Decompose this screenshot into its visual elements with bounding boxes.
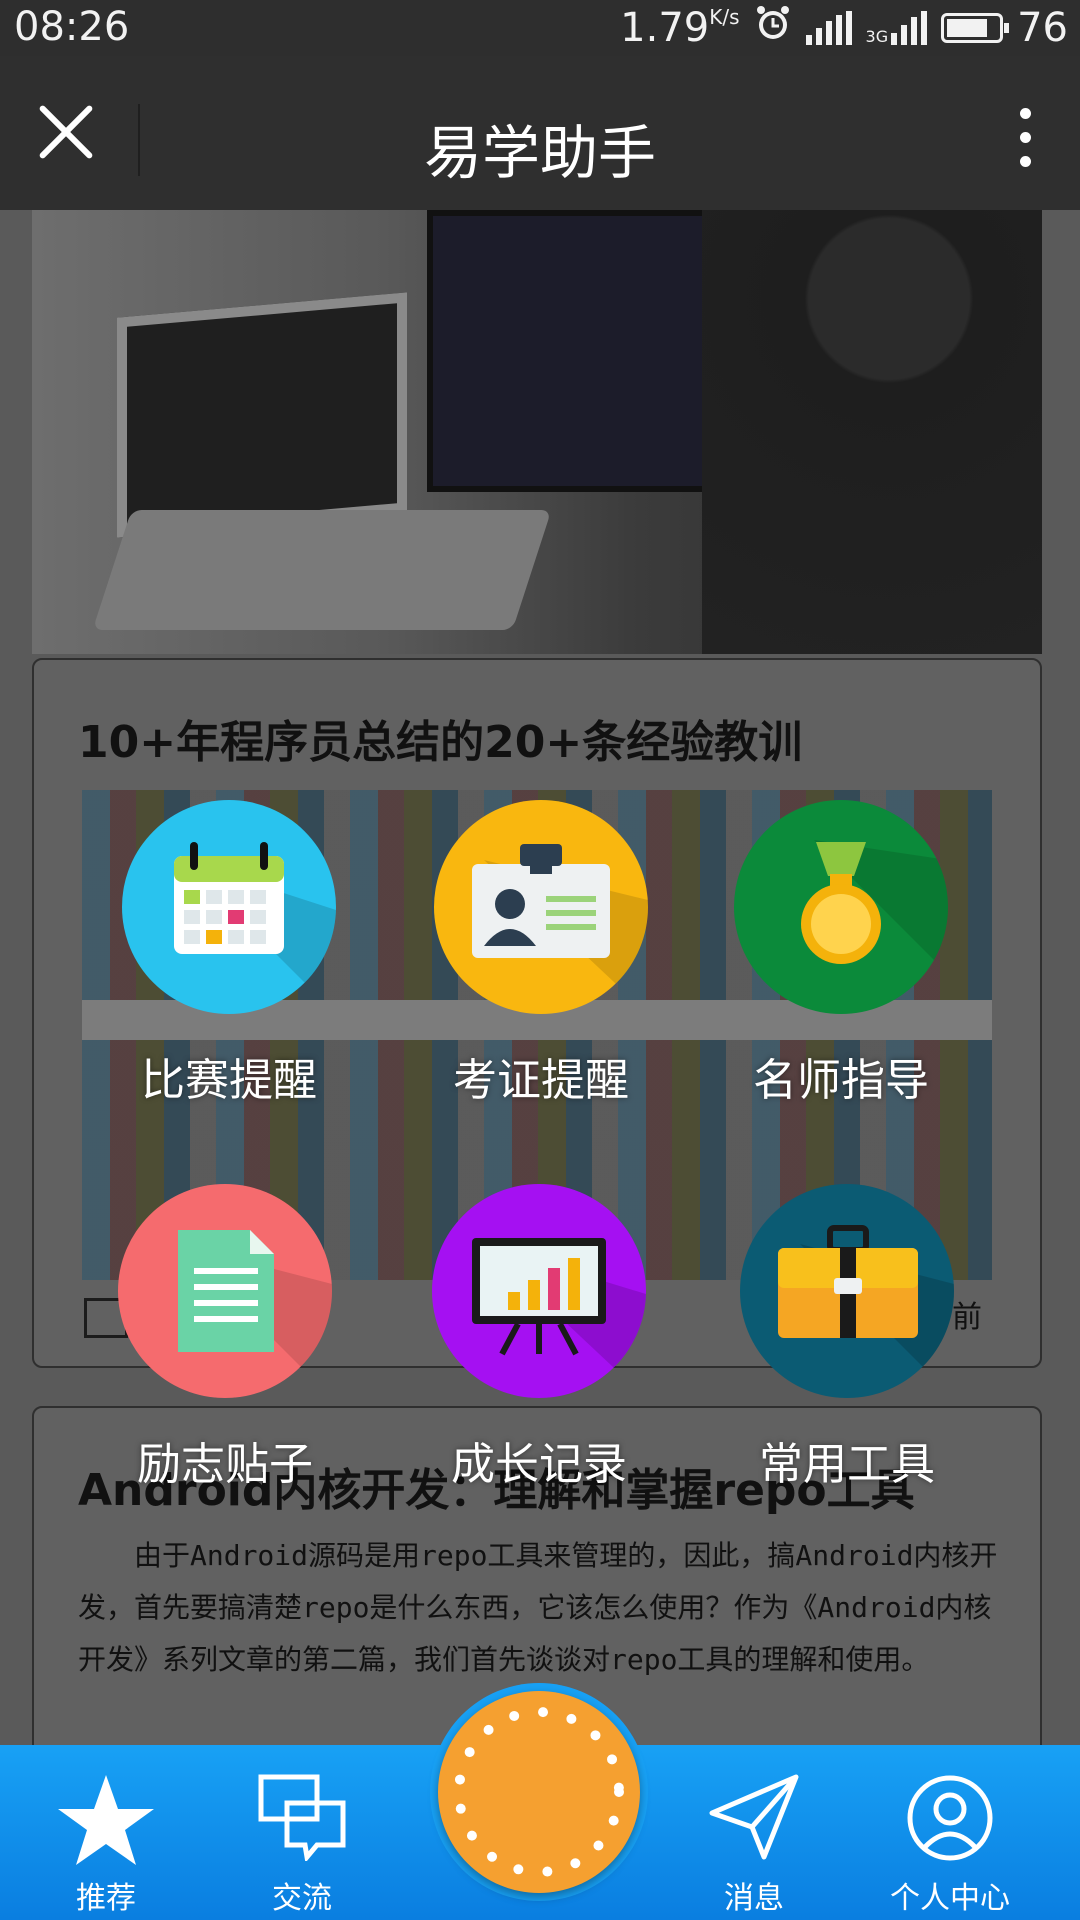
signal-3g-icon: 3G [866, 11, 928, 45]
paper-plane-icon [708, 1773, 800, 1865]
calendar-icon [122, 800, 336, 1014]
medal-icon [734, 800, 948, 1014]
chat-bubbles-icon [257, 1773, 347, 1865]
chart-board-icon [432, 1184, 646, 1398]
tab-messages[interactable]: 消息 [654, 1745, 854, 1920]
banner-image[interactable] [32, 210, 1042, 654]
center-menu-button[interactable] [438, 1691, 640, 1893]
tab-label: 消息 [724, 1881, 784, 1916]
menu-item-mentor-guidance[interactable]: 名师指导 [726, 800, 956, 1108]
menu-label: 常用工具 [759, 1439, 935, 1490]
menu-label: 成长记录 [451, 1439, 627, 1490]
user-icon [905, 1773, 995, 1867]
article-title: 10+年程序员总结的20+条经验教训 [78, 717, 803, 768]
tab-recommend[interactable]: 推荐 [6, 1745, 206, 1920]
status-time: 08:26 [14, 4, 130, 50]
document-icon [118, 1184, 332, 1398]
menu-label: 名师指导 [753, 1055, 929, 1106]
laptop-illustration [117, 292, 407, 538]
alarm-icon [754, 4, 792, 52]
menu-label: 考证提醒 [453, 1055, 629, 1106]
dotted-ring-icon [454, 1707, 624, 1877]
status-bar: 08:26 1.79K/s 3G 76 [0, 0, 1080, 56]
battery-icon [941, 13, 1010, 43]
app-bar: 易学助手 [0, 56, 1080, 210]
tab-profile[interactable]: 个人中心 [850, 1745, 1050, 1920]
tab-community[interactable]: 交流 [202, 1745, 402, 1920]
article-excerpt: 由于Android源码是用repo工具来管理的，因此，搞Android内核开发，… [78, 1539, 998, 1676]
id-card-icon [434, 800, 648, 1014]
menu-label: 励志贴子 [137, 1439, 313, 1490]
laptop-base-illustration [92, 510, 552, 630]
tab-label: 交流 [272, 1881, 332, 1916]
menu-item-certificate-reminder[interactable]: 考证提醒 [426, 800, 656, 1108]
tab-label: 个人中心 [890, 1881, 1010, 1916]
star-icon [56, 1773, 156, 1873]
network-speed: 1.79K/s [620, 5, 740, 51]
menu-item-motivational-posts[interactable]: 励志贴子 [110, 1184, 340, 1492]
tab-label: 推荐 [76, 1881, 136, 1916]
toolbox-icon [740, 1184, 954, 1398]
menu-item-common-tools[interactable]: 常用工具 [732, 1184, 962, 1492]
battery-level: 76 [1017, 5, 1068, 51]
menu-item-competition-reminder[interactable]: 比赛提醒 [114, 800, 344, 1108]
person-illustration [702, 210, 1042, 654]
page-title: 易学助手 [423, 119, 656, 187]
menu-label: 比赛提醒 [141, 1055, 317, 1106]
signal-icon [805, 11, 852, 45]
menu-item-growth-record[interactable]: 成长记录 [424, 1184, 654, 1492]
more-options-icon[interactable] [1020, 108, 1032, 168]
